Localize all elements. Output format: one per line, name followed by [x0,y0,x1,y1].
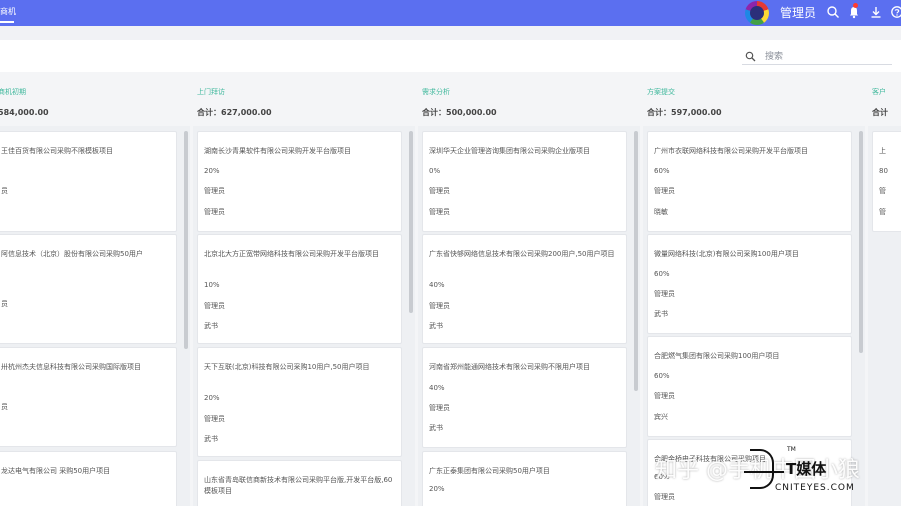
column-stage-name: 方案提交 [647,88,675,96]
card-title: 龙达电气有限公司 采购50用户项目 [1,467,111,475]
search-box[interactable] [742,49,892,65]
column-total: 合计：500,000.00 [422,108,497,117]
user-name[interactable]: 管理员 [780,4,816,21]
card-title: 河南省郑州能通网络技术有限公司采购不限用户项目 [429,363,590,371]
card-title: 山东省青岛联信商新技术有限公司采购平台版,开发平台版,60模板项目 [204,476,393,495]
card-probability: 20% [204,167,220,175]
opportunity-card[interactable]: 合肥燃气集团有限公司采购100用户项目 60% 管理员 宾兴 [647,336,852,437]
active-tab-indicator [0,21,14,23]
card-owner: 员 [1,403,8,411]
opportunity-card[interactable]: 广东省快够网络信息技术有限公司采购200用户,50用户项目 40% 管理员 武书 [422,234,627,344]
watermark-tm: TM [787,446,796,453]
opportunity-card[interactable]: 广东正泰集团有限公司采购50用户项目 20% [422,451,627,506]
column-stage-name: 需求分析 [422,88,450,96]
column-total: 合计：627,000.00 [197,108,272,117]
card-probability: 20% [429,485,445,493]
column-scrollbar[interactable] [184,131,188,349]
column-total: 合计：597,000.00 [647,108,722,117]
opportunity-card[interactable]: 阿信息技术（北京）股份有限公司采购50用户 员 [0,234,177,344]
opportunity-card[interactable]: 天下互联(北京)科技有限公司采购10用户,50用户项目 20% 管理员 武书 [197,347,402,457]
column-scrollbar[interactable] [634,131,638,391]
card-title: 微量网络科技(北京)有限公司采购100用户项目 [654,250,799,258]
card-owner: 员 [1,300,8,308]
card-creator: 管理员 [654,493,675,501]
card-owner: 武书 [654,310,668,318]
watermark-brand: T媒体 [786,460,827,478]
opportunity-card[interactable]: 龙达电气有限公司 采购50用户项目 [0,451,177,506]
card-title: 广州市衣联网络科技有限公司采购开发平台版项目 [654,147,808,155]
card-probability: 60% [654,372,670,380]
opportunity-card[interactable]: 山东省青岛联信商新技术有限公司采购平台版,开发平台版,60模板项目 [197,460,402,506]
card-probability: 20% [204,394,220,402]
card-creator: 管 [879,187,886,195]
tab-opportunity[interactable]: 商机 [0,6,16,17]
column-scrollbar[interactable] [409,131,413,313]
card-title: 王佳百货有限公司采购不限模板项目 [1,147,113,155]
opportunity-card[interactable]: 广州市衣联网络科技有限公司采购开发平台版项目 60% 管理员 晓敏 [647,131,852,232]
card-creator: 管理员 [429,404,450,412]
search-icon[interactable] [826,5,840,19]
card-probability: 60% [654,167,670,175]
card-title: 天下互联(北京)科技有限公司采购10用户,50用户项目 [204,363,370,371]
opportunity-card[interactable]: 卅杭州杰夫信息科技有限公司采购国际版项目 员 [0,347,177,447]
card-owner: 管理员 [204,208,225,216]
card-title: 北京北大方正宽带网络科技有限公司采购开发平台版项目 [204,250,379,258]
opportunity-card[interactable]: 上 80 管 管 [872,131,901,232]
card-owner: 员 [1,187,8,195]
card-creator: 管理员 [429,187,450,195]
card-owner: 晓敏 [654,208,668,216]
column-stage-name: 客户 [872,88,886,96]
top-navigation-bar: 商机 管理员 [0,0,901,26]
opportunity-card[interactable]: 王佳百货有限公司采购不限模板项目 员 [0,131,177,232]
card-owner: 管 [879,208,886,216]
card-owner: 宾兴 [654,413,668,421]
card-title: 卅杭州杰夫信息科技有限公司采购国际版项目 [1,363,141,371]
card-title: 深圳华天企业管理咨询集团有限公司采购企业版项目 [429,147,590,155]
card-title: 上 [879,147,886,155]
notification-badge [853,3,858,8]
card-probability: 80 [879,167,888,175]
card-creator: 管理员 [654,290,675,298]
opportunity-card[interactable]: 河南省郑州能通网络技术有限公司采购不限用户项目 40% 管理员 武书 [422,347,627,448]
card-owner: 武书 [429,424,443,432]
column-total: 合计：584,000.00 [0,108,49,117]
card-probability: 10% [204,281,220,289]
search-icon [745,51,756,62]
column-stage-name: 上门拜访 [197,88,225,96]
download-icon[interactable] [869,5,883,19]
card-probability: 40% [429,384,445,392]
watermark-domain: CNITEYES.COM [775,483,855,493]
card-title: 合肥燃气集团有限公司采购100用户项目 [654,352,780,360]
card-creator: 管理员 [204,187,225,195]
card-owner: 管理员 [429,208,450,216]
card-creator: 管理员 [654,187,675,195]
card-probability: 40% [429,281,445,289]
watermark-logo-mark [750,449,774,489]
card-creator: 管理员 [204,415,225,423]
card-owner: 武书 [204,322,218,330]
opportunity-card[interactable]: 深圳华天企业管理咨询集团有限公司采购企业版项目 0% 管理员 管理员 [422,131,627,232]
card-creator: 管理员 [204,302,225,310]
card-title: 广东正泰集团有限公司采购50用户项目 [429,467,550,475]
card-creator: 管理员 [429,302,450,310]
sub-header [0,26,901,40]
column-scrollbar[interactable] [859,131,863,353]
card-title: 阿信息技术（北京）股份有限公司采购50用户 [1,250,143,258]
card-owner: 武书 [429,322,443,330]
column-total: 合计 [872,108,888,117]
search-input[interactable] [765,49,885,64]
opportunity-card[interactable]: 湖南长沙青果软件有限公司采购开发平台版项目 20% 管理员 管理员 [197,131,402,232]
help-icon[interactable] [890,5,901,19]
card-probability: 60% [654,270,670,278]
card-owner: 武书 [204,435,218,443]
company-logo [745,1,769,25]
opportunity-card[interactable]: 微量网络科技(北京)有限公司采购100用户项目 60% 管理员 武书 [647,234,852,334]
card-title: 湖南长沙青果软件有限公司采购开发平台版项目 [204,147,351,155]
card-probability: 0% [429,167,441,175]
column-stage-name: 商机初期 [0,88,26,96]
card-creator: 管理员 [654,392,675,400]
card-title: 广东省快够网络信息技术有限公司采购200用户,50用户项目 [429,250,615,258]
opportunity-card[interactable]: 北京北大方正宽带网络科技有限公司采购开发平台版项目 10% 管理员 武书 [197,234,402,344]
